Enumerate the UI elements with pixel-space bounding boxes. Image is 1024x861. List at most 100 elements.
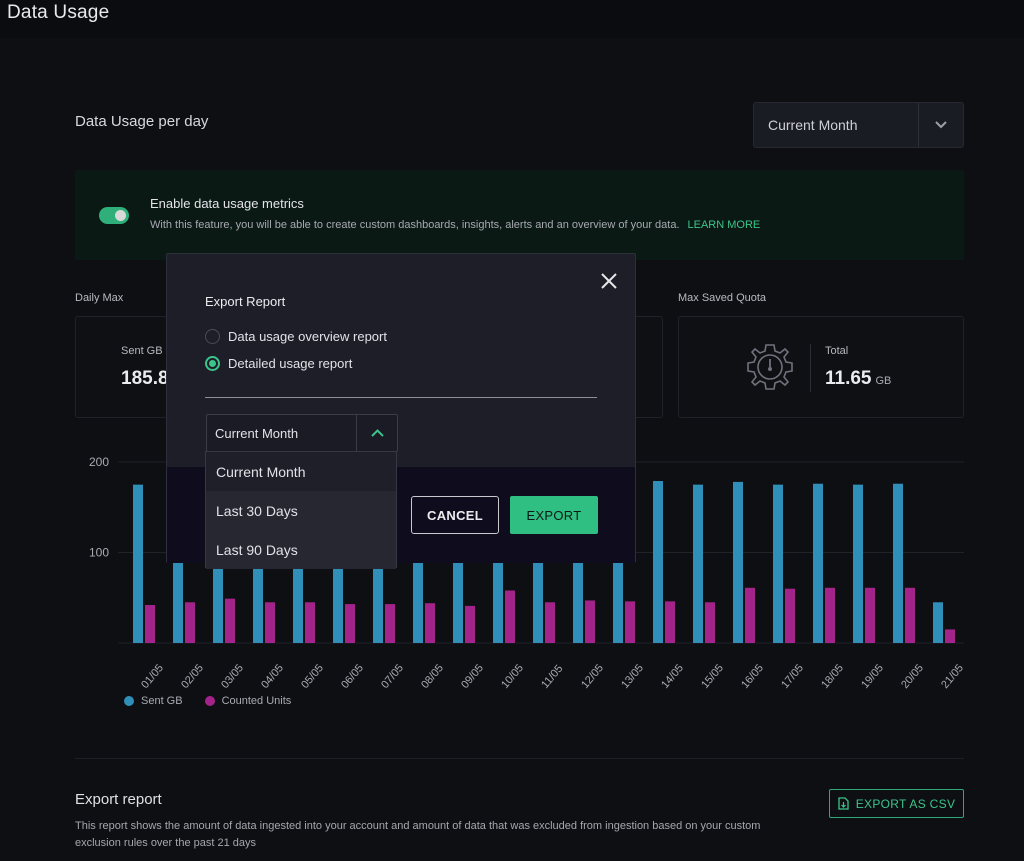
x-tick-label: 03/05 <box>219 662 246 691</box>
bar-counted-units <box>945 629 955 643</box>
total-value: 11.65 GB <box>825 368 891 390</box>
radio-label: Detailed usage report <box>228 356 353 371</box>
bar-counted-units <box>625 601 635 643</box>
export-button[interactable]: EXPORT <box>510 496 598 534</box>
bar-counted-units <box>185 602 195 643</box>
x-tick-label: 02/05 <box>179 662 206 691</box>
radio-button[interactable] <box>205 329 220 344</box>
x-tick-label: 09/05 <box>459 662 486 691</box>
bar-sent-gb <box>773 484 783 643</box>
x-tick-label: 14/05 <box>659 662 686 691</box>
bar-sent-gb <box>653 481 663 643</box>
export-csv-label: EXPORT AS CSV <box>855 796 956 811</box>
bar-sent-gb <box>813 483 823 643</box>
export-section-description: This report shows the amount of data ing… <box>75 820 761 849</box>
metrics-banner: Enable data usage metrics With this feat… <box>75 170 964 260</box>
usage-section-title: Data Usage per day <box>75 113 209 130</box>
chart-legend: Sent GB Counted Units <box>124 695 291 707</box>
bar-counted-units <box>505 590 515 643</box>
bar-sent-gb <box>933 602 943 643</box>
chevron-down-icon[interactable] <box>918 103 963 147</box>
x-tick-label: 17/05 <box>779 662 806 691</box>
export-section-title: Export report <box>75 791 162 808</box>
bar-counted-units <box>745 587 755 643</box>
modal-title: Export Report <box>205 294 286 309</box>
legend-item-units[interactable]: Counted Units <box>204 695 292 707</box>
dropdown-option-last-90-days[interactable]: Last 90 Days <box>206 530 396 569</box>
bar-sent-gb <box>853 484 863 643</box>
bar-counted-units <box>905 587 915 643</box>
bar-counted-units <box>785 588 795 643</box>
daily-max-value: 185.8 <box>121 368 169 389</box>
bar-sent-gb <box>693 484 703 643</box>
total-sub: Total <box>825 345 849 357</box>
x-tick-label: 12/05 <box>579 662 606 691</box>
x-tick-label: 13/05 <box>619 662 646 691</box>
x-tick-label: 19/05 <box>859 662 886 691</box>
x-tick-label: 10/05 <box>499 662 526 691</box>
date-range-select[interactable]: Current Month <box>753 102 964 148</box>
card-divider <box>810 344 811 392</box>
learn-more-link[interactable]: LEARN MORE <box>688 219 761 231</box>
banner-description: With this feature, you will be able to c… <box>150 219 680 231</box>
bar-sent-gb <box>133 484 143 643</box>
chevron-up-icon[interactable] <box>356 415 397 451</box>
bar-counted-units <box>545 602 555 643</box>
radio-button-selected[interactable] <box>205 356 220 371</box>
y-tick-label: 100 <box>89 546 109 560</box>
bar-sent-gb <box>733 481 743 643</box>
metrics-toggle[interactable] <box>99 207 129 224</box>
dropdown-option-current-month[interactable]: Current Month <box>206 452 396 491</box>
max-saved-quota-card: Total 11.65 GB <box>678 316 964 418</box>
legend-label-sent: Sent GB <box>141 695 183 707</box>
bar-counted-units <box>585 600 595 643</box>
x-tick-label: 07/05 <box>379 662 406 691</box>
x-tick-label: 08/05 <box>419 662 446 691</box>
bar-counted-units <box>265 602 275 643</box>
x-tick-label: 18/05 <box>819 662 846 691</box>
modal-range-value: Current Month <box>215 425 299 441</box>
radio-detailed-report[interactable]: Detailed usage report <box>205 356 352 371</box>
gauge-gear-icon <box>747 344 793 390</box>
daily-max-label: Daily Max <box>75 292 124 304</box>
bar-counted-units <box>825 587 835 643</box>
bar-sent-gb <box>893 483 903 643</box>
x-tick-label: 15/05 <box>699 662 726 691</box>
radio-label: Data usage overview report <box>228 329 387 344</box>
range-dropdown-menu: Current Month Last 30 Days Last 90 Days <box>205 451 397 569</box>
banner-title: Enable data usage metrics <box>150 196 304 211</box>
x-tick-label: 01/05 <box>139 662 166 691</box>
x-tick-label: 20/05 <box>899 662 926 691</box>
banner-text: With this feature, you will be able to c… <box>150 219 760 231</box>
bar-counted-units <box>305 602 315 643</box>
date-range-value: Current Month <box>768 117 858 133</box>
x-tick-label: 05/05 <box>299 662 326 691</box>
bar-counted-units <box>465 605 475 643</box>
legend-dot-units <box>204 696 215 706</box>
total-number: 11.65 <box>825 368 872 389</box>
bar-counted-units <box>865 587 875 643</box>
x-tick-label: 11/05 <box>539 663 565 691</box>
x-tick-label: 04/05 <box>259 662 286 691</box>
y-tick-label: 200 <box>89 455 109 469</box>
legend-label-units: Counted Units <box>221 695 292 707</box>
section-divider <box>75 758 964 759</box>
file-download-icon <box>838 797 849 810</box>
cancel-button[interactable]: CANCEL <box>411 496 499 534</box>
dropdown-option-last-30-days[interactable]: Last 30 Days <box>206 491 396 530</box>
bar-counted-units <box>705 602 715 643</box>
modal-divider <box>205 397 597 398</box>
x-tick-label: 06/05 <box>339 662 366 691</box>
legend-item-sent[interactable]: Sent GB <box>124 695 183 707</box>
legend-dot-sent <box>124 696 134 706</box>
bar-counted-units <box>225 598 235 643</box>
modal-range-select[interactable]: Current Month <box>206 414 398 452</box>
close-icon[interactable] <box>600 272 618 290</box>
export-csv-button[interactable]: EXPORT AS CSV <box>829 789 964 818</box>
daily-max-sub: Sent GB <box>121 345 163 357</box>
radio-overview-report[interactable]: Data usage overview report <box>205 329 387 344</box>
bar-counted-units <box>665 601 675 643</box>
max-saved-quota-label: Max Saved Quota <box>678 292 767 304</box>
bar-counted-units <box>425 603 435 643</box>
total-unit: GB <box>875 375 892 387</box>
